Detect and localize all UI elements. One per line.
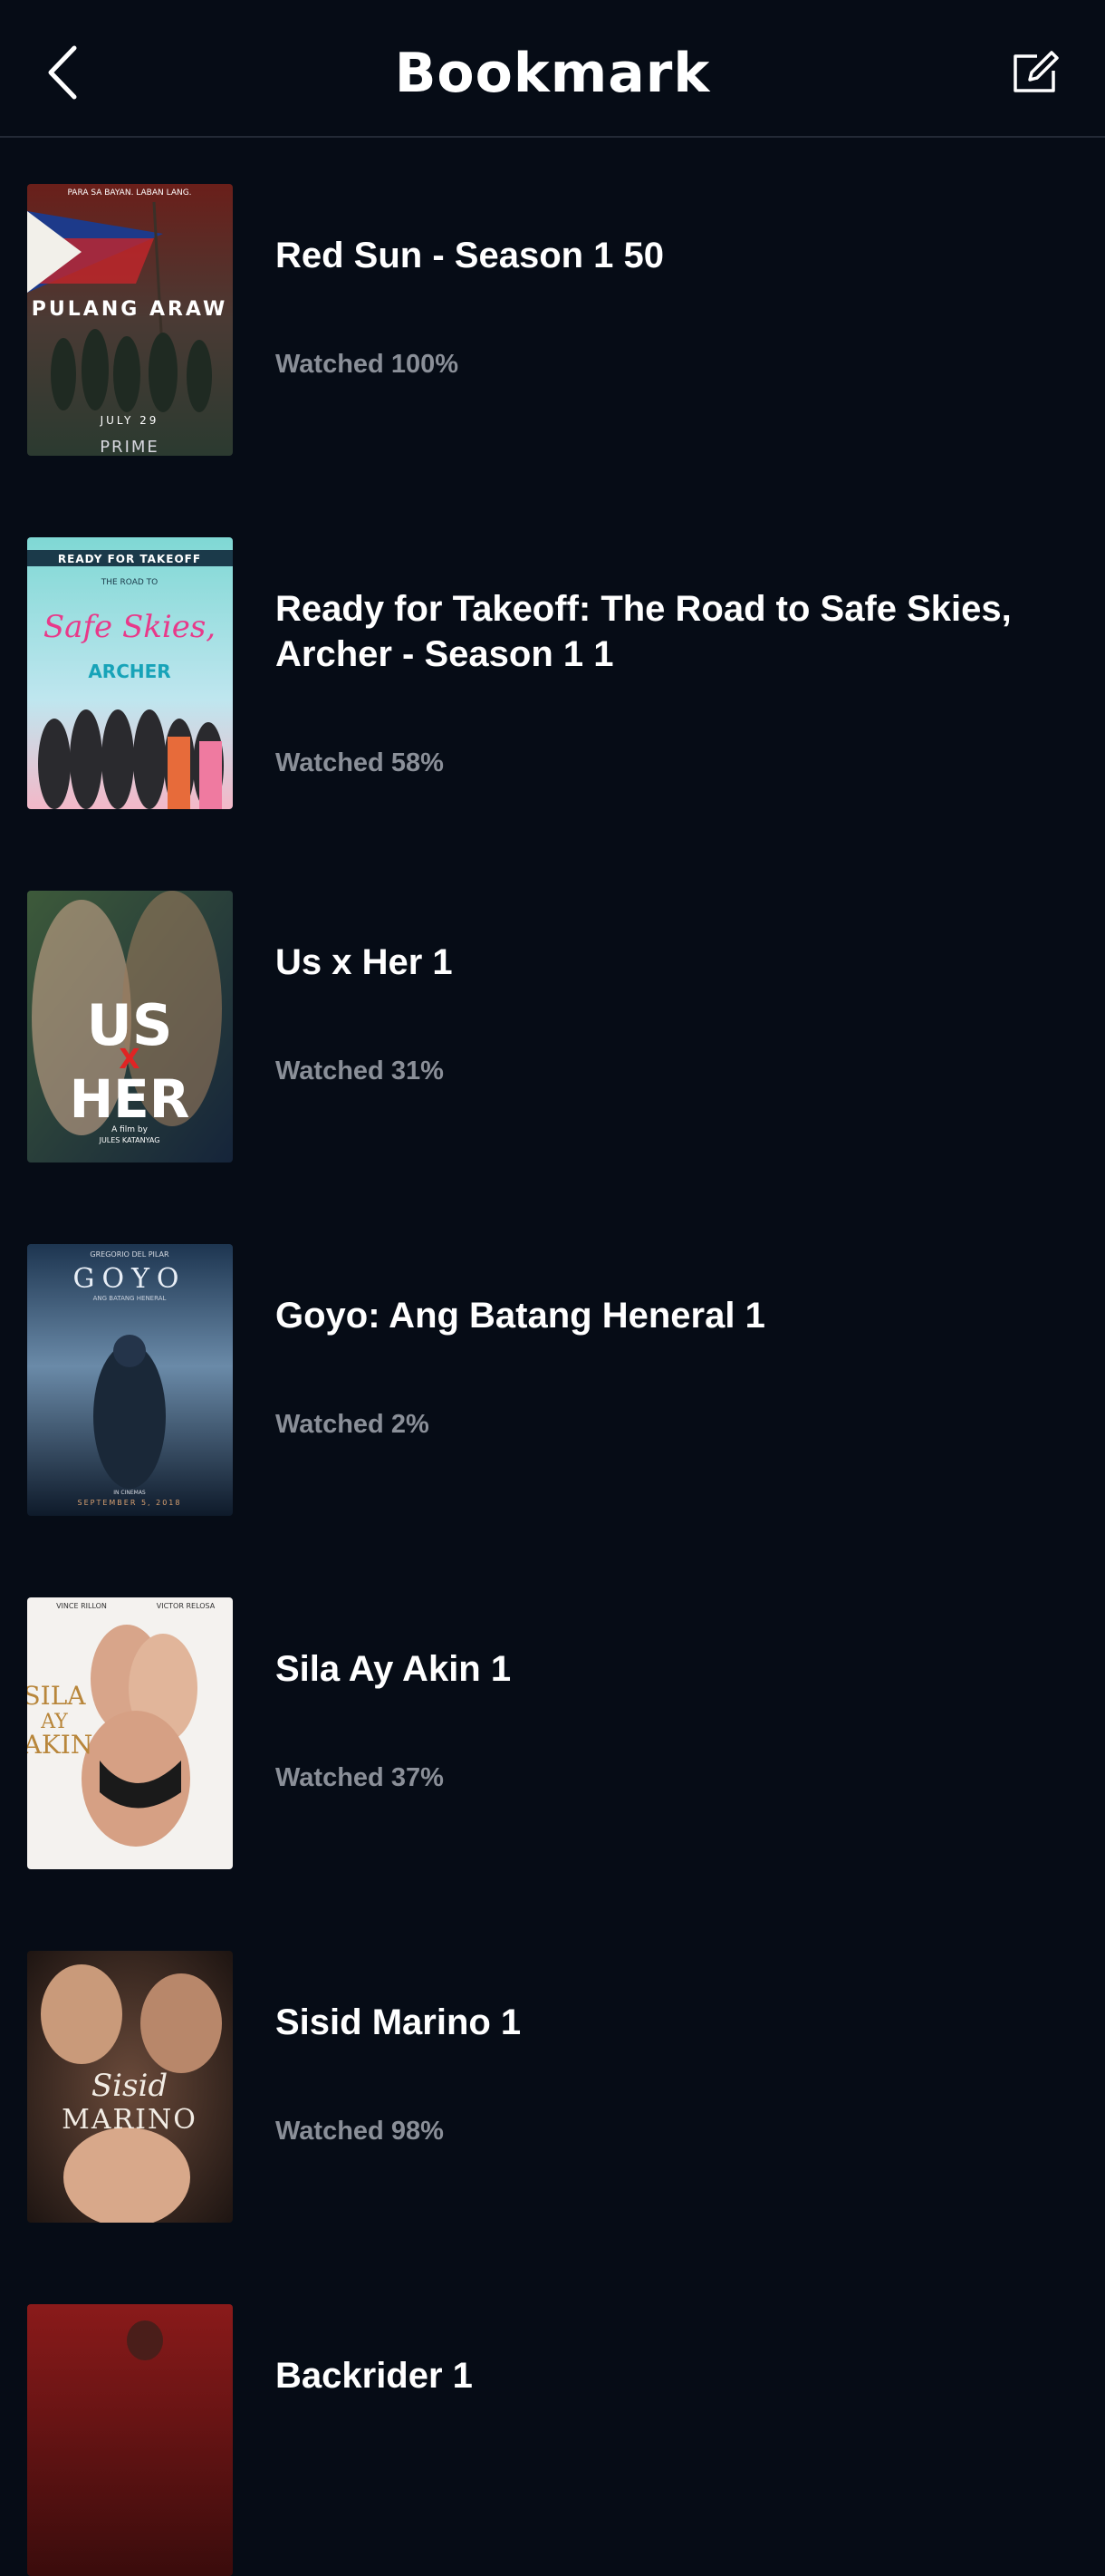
list-item[interactable]: PARA SA BAYAN. LABAN LANG. PULANG ARAW J… <box>0 184 1105 456</box>
item-title: Us x Her 1 <box>275 942 453 982</box>
watched-progress: Watched 58% <box>275 748 444 777</box>
poster-text: GREGORIO DEL PILAR <box>90 1250 169 1259</box>
item-title: Red Sun - Season 1 50 <box>275 236 665 275</box>
watched-progress: Watched 100% <box>275 350 458 379</box>
item-title: Sisid Marino 1 <box>275 2002 522 2042</box>
poster-text: VINCE RILLON <box>56 1602 107 1610</box>
poster-text: JULES KATANYAG <box>99 1136 160 1144</box>
list-item[interactable]: Sisid MARINO Sisid Marino 1 Watched 98% <box>0 1951 1105 2223</box>
poster-text: PARA SA BAYAN. LABAN LANG. <box>67 188 191 198</box>
page-title: Bookmark <box>394 42 711 105</box>
poster-text: AKIN <box>27 1730 92 1760</box>
poster-text: Safe Skies, <box>43 609 216 645</box>
poster-text: PRIME <box>100 438 159 456</box>
poster-image: PARA SA BAYAN. LABAN LANG. PULANG ARAW J… <box>27 184 233 456</box>
poster-text: JULY 29 <box>100 414 159 427</box>
poster-text: A film by <box>111 1125 149 1134</box>
edit-icon <box>1014 51 1059 92</box>
list-item[interactable]: GREGORIO DEL PILAR GOYO ANG BATANG HENER… <box>0 1244 1105 1516</box>
poster-text: READY FOR TAKEOFF <box>58 553 201 565</box>
poster-text: SEPTEMBER 5, 2018 <box>78 1499 182 1507</box>
list-item[interactable]: READY FOR TAKEOFF THE ROAD TO Safe Skies… <box>0 537 1105 809</box>
poster-image: READY FOR TAKEOFF THE ROAD TO Safe Skies… <box>27 537 233 809</box>
poster-text: ANG BATANG HENERAL <box>93 1295 167 1302</box>
poster-image: US X HER A film by JULES KATANYAG <box>27 891 233 1163</box>
poster-text: ARCHER <box>88 661 170 682</box>
item-title: Ready for Takeoff: The Road to Safe Skie… <box>275 589 1012 674</box>
poster-text: PULANG ARAW <box>32 298 227 321</box>
poster-text: SILA <box>27 1681 86 1711</box>
item-title: Goyo: Ang Batang Heneral 1 <box>275 1296 765 1336</box>
poster-text: THE ROAD TO <box>101 578 159 587</box>
poster-text: Sisid <box>91 2068 168 2104</box>
poster-image: Sisid MARINO <box>27 1951 233 2223</box>
item-title: Backrider 1 <box>275 2356 473 2396</box>
top-bar: Bookmark <box>0 0 1105 138</box>
poster-image: VINCE RILLON VICTOR RELOSA SILA AY AKIN <box>27 1597 233 1869</box>
poster-text: IN CINEMAS <box>113 1490 146 1496</box>
watched-progress: Watched 31% <box>275 1056 444 1085</box>
poster-text: VICTOR RELOSA <box>157 1602 216 1610</box>
item-title: Sila Ay Akin 1 <box>275 1649 512 1689</box>
poster-image <box>27 2304 233 2576</box>
list-item[interactable]: VINCE RILLON VICTOR RELOSA SILA AY AKIN … <box>0 1597 1105 1869</box>
watched-progress: Watched 98% <box>275 2117 444 2146</box>
poster-text: HER <box>70 1068 190 1130</box>
list-item[interactable]: US X HER A film by JULES KATANYAG Us x H… <box>0 891 1105 1163</box>
list-item[interactable]: Backrider 1 <box>0 2304 1105 2576</box>
poster-image: GREGORIO DEL PILAR GOYO ANG BATANG HENER… <box>27 1244 233 1516</box>
watched-progress: Watched 2% <box>275 1410 429 1439</box>
poster-text: GOYO <box>73 1263 187 1295</box>
poster-text: MARINO <box>62 2104 197 2136</box>
edit-button[interactable] <box>1004 40 1069 105</box>
watched-progress: Watched 37% <box>275 1763 444 1792</box>
